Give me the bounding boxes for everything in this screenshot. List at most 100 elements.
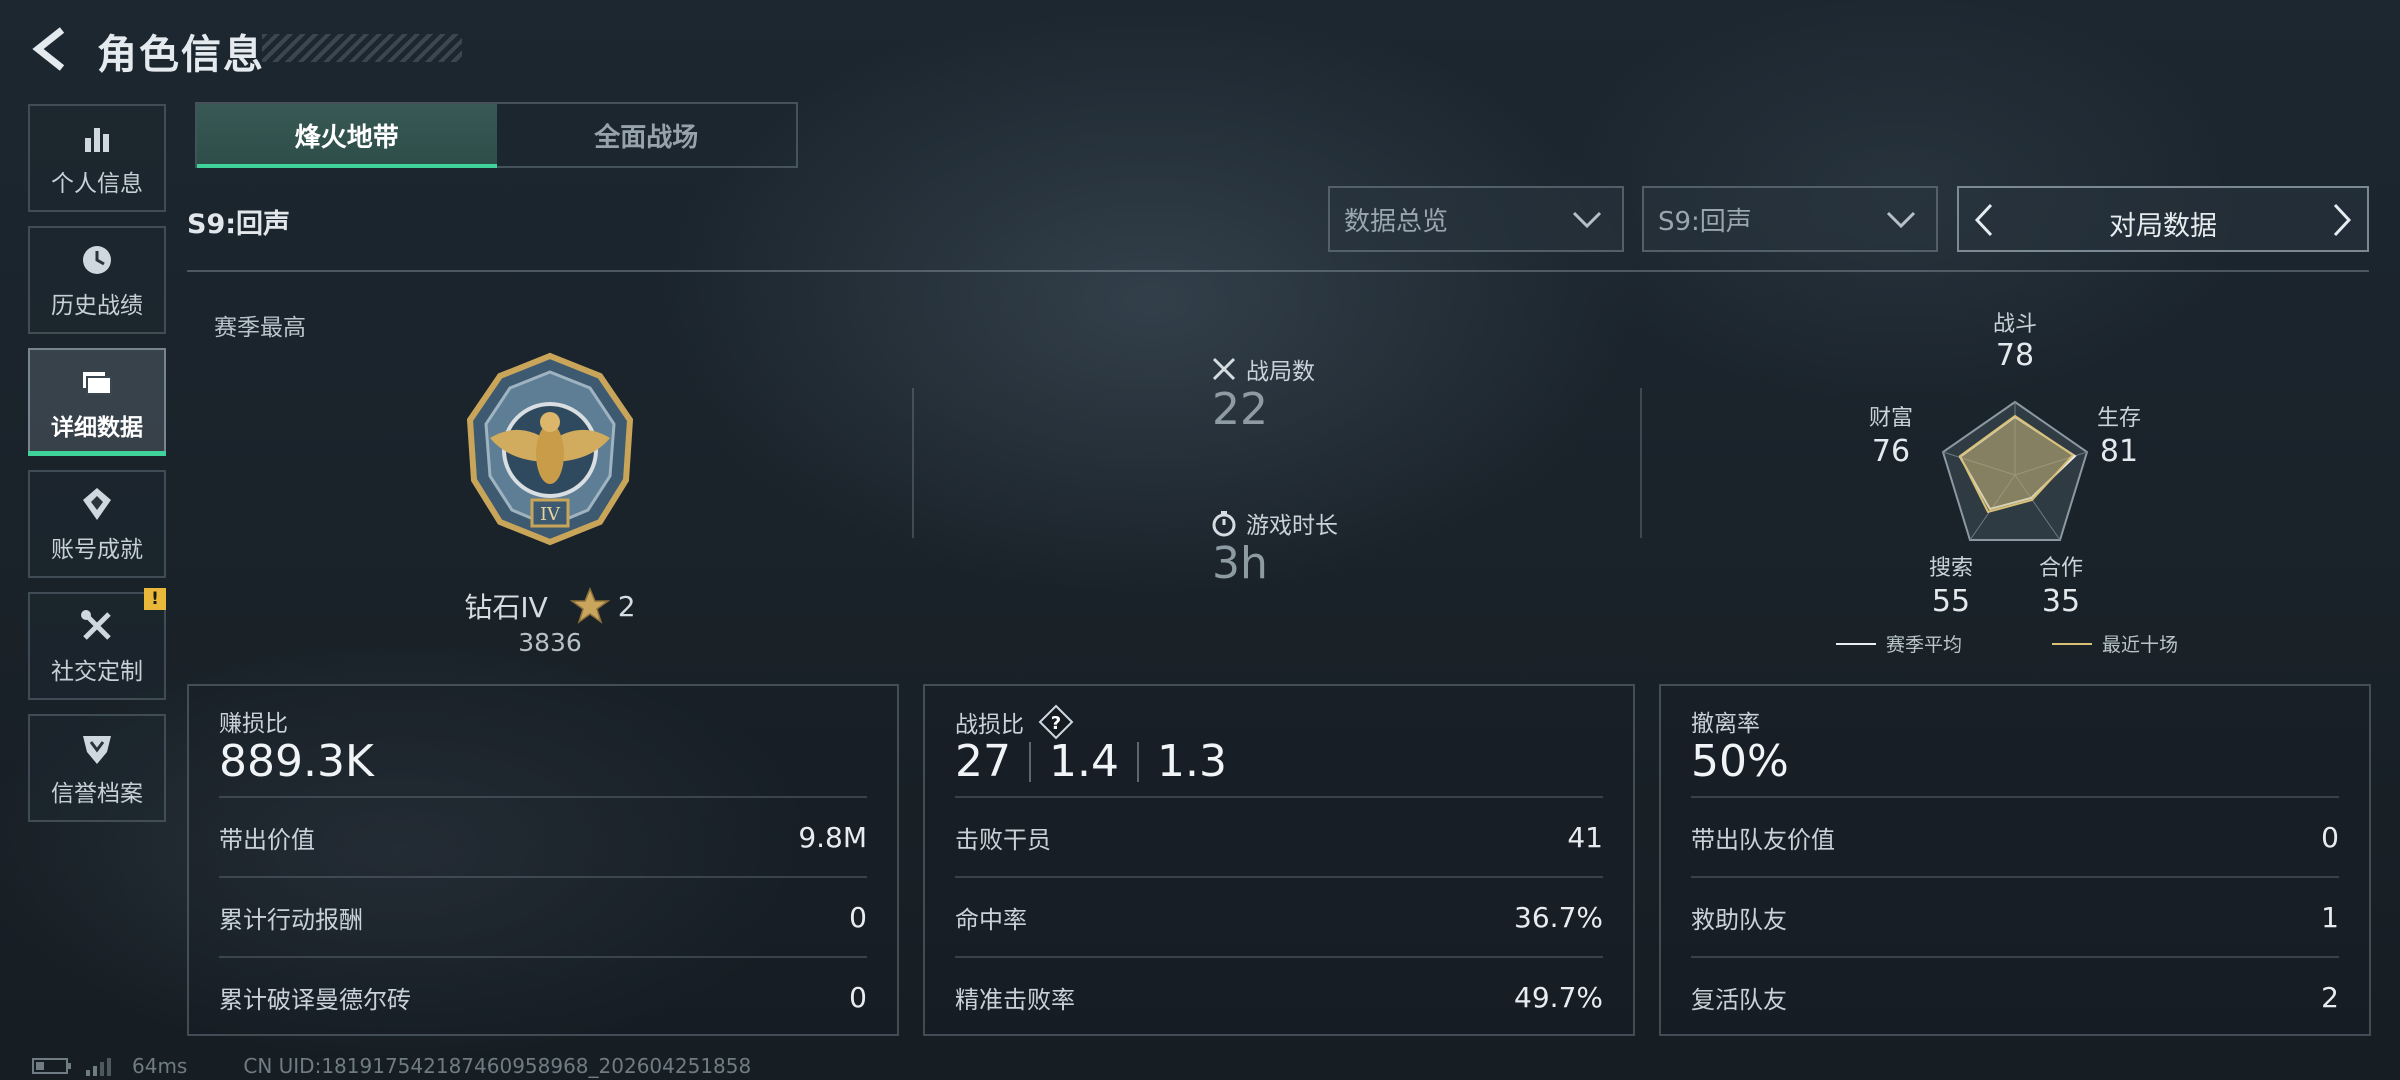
row-value: 1 [2321,900,2339,934]
separator [1136,741,1139,782]
legend-swatch [2052,642,2092,645]
table-row: 累计破译曼德尔砖 0 [219,956,867,1036]
crossed-swords-icon [1212,357,1236,381]
back-button[interactable] [28,24,72,74]
star-icon [569,587,610,624]
ping-value: 64ms [132,1054,188,1078]
rank-score: 3836 [518,628,582,657]
chevron-right-icon[interactable] [2329,202,2355,238]
sidebar-item-label: 信誉档案 [51,781,143,807]
table-row: 命中率 36.7% [955,876,1603,956]
matches-label-row: 战局数 [1210,352,1315,386]
rank-stars: 2 [617,589,636,623]
sidebar-item-detailed-data[interactable]: 详细数据 [28,348,166,456]
chevron-down-icon [1572,211,1602,229]
divider [187,270,2369,272]
tools-icon [81,610,111,640]
radar-label-search: 搜索 [1928,556,1973,581]
sidebar-item-label: 详细数据 [51,415,143,441]
card-title: 战损比 [955,712,1024,738]
row-value: 0 [2321,820,2339,854]
season-dropdown[interactable]: S9:回声 [1642,186,1938,252]
notification-badge: ! [144,588,166,610]
chevron-down-icon [1886,211,1916,229]
tab-hazard-zone[interactable]: 烽火地带 [197,104,497,168]
kd-value-2: 1.4 [1049,736,1119,787]
row-value: 2 [2321,980,2339,1014]
table-row: 累计行动报酬 0 [219,876,867,956]
achievement-icon [83,488,111,520]
sidebar-item-history[interactable]: 历史战绩 [28,226,166,334]
history-icon [83,246,111,274]
legend-label: 赛季平均 [1886,634,1963,656]
row-value: 0 [849,900,867,934]
uid-text: CN UID:181917542187460958968_20260425185… [243,1054,752,1078]
sidebar-item-label: 历史战绩 [51,293,143,319]
rank-medal-icon: IV [466,352,634,546]
card-title: 撤离率 [1691,711,1760,737]
title-decoration [262,34,462,62]
data-overview-dropdown[interactable]: 数据总览 [1328,186,1624,252]
dropdown-value: S9:回声 [1658,206,1752,237]
table-row: 救助队友 1 [1691,876,2339,956]
row-label: 累计行动报酬 [219,905,363,934]
playtime-label-row: 游戏时长 [1210,506,1338,540]
radar-label-combat: 战斗 [1992,312,2037,337]
season-best-label: 赛季最高 [214,315,306,341]
row-label: 复活队友 [1691,985,1787,1014]
row-label: 带出价值 [219,825,315,854]
row-value: 0 [849,980,867,1014]
sidebar-item-credit[interactable]: 信誉档案 [28,714,166,822]
playtime-label: 游戏时长 [1246,513,1338,539]
legend-swatch [1836,642,1876,645]
legend-recent: 最近十场 [2052,630,2178,657]
tab-full-battlefield[interactable]: 全面战场 [497,104,797,166]
matches-label: 战局数 [1246,359,1315,385]
card-title: 赚损比 [219,711,288,737]
row-value: 49.7% [1514,980,1603,1014]
rank-name: 钻石IV [464,591,548,624]
sidebar-item-achievements[interactable]: 账号成就 [28,470,166,578]
kd-card: 战损比 ? 27 1.4 1.3 击败干员 41 命中率 36.7% 精准击败率… [923,684,1635,1036]
radar-value-cooperation: 35 [2041,584,2081,619]
help-icon[interactable]: ? [1038,704,1074,740]
kd-value-3: 1.3 [1156,736,1227,787]
radar-label-wealth: 财富 [1868,406,1913,431]
bar-chart-icon [85,128,109,152]
row-label: 命中率 [955,905,1027,934]
card-title-row: 战损比 ? [955,704,1074,740]
table-row: 带出队友价值 0 [1691,796,2339,876]
card-main-value: 50% [1691,736,1789,787]
radar-label-cooperation: 合作 [2038,556,2083,581]
sidebar-item-label: 社交定制 [51,659,143,685]
radar-value-combat: 78 [1995,338,2035,373]
kd-values: 27 1.4 1.3 [955,736,1227,787]
row-label: 击败干员 [955,825,1051,854]
playtime-value: 3h [1212,538,1268,589]
credit-shield-icon [83,736,111,764]
card-main-value: 889.3K [219,736,374,787]
row-value: 9.8M [798,820,867,854]
mode-tabs: 烽火地带 全面战场 [195,102,798,168]
svg-text:?: ? [1051,713,1061,734]
matches-value: 22 [1212,384,1268,435]
season-label: S9:回声 [187,209,291,240]
battery-icon [32,1058,71,1074]
page-title: 角色信息 [97,32,265,78]
row-label: 精准击败率 [955,985,1075,1014]
folder-icon [83,372,112,395]
table-row: 带出价值 9.8M [219,796,867,876]
table-row: 精准击败率 49.7% [955,956,1603,1036]
divider [912,388,914,538]
dropdown-value: 数据总览 [1344,206,1449,237]
row-label: 累计破译曼德尔砖 [219,985,411,1014]
table-row: 复活队友 2 [1691,956,2339,1036]
separator [1029,741,1031,782]
sidebar-item-label: 个人信息 [51,171,143,197]
extraction-card: 撤离率 50% 带出队友价值 0 救助队友 1 复活队友 2 [1659,684,2371,1036]
radar-label-survival: 生存 [2096,406,2141,431]
stopwatch-icon [1212,511,1236,537]
legend-label: 最近十场 [2102,634,2179,656]
sidebar-item-personal-info[interactable]: 个人信息 [28,104,166,212]
legend-season-avg: 赛季平均 [1836,630,1962,657]
